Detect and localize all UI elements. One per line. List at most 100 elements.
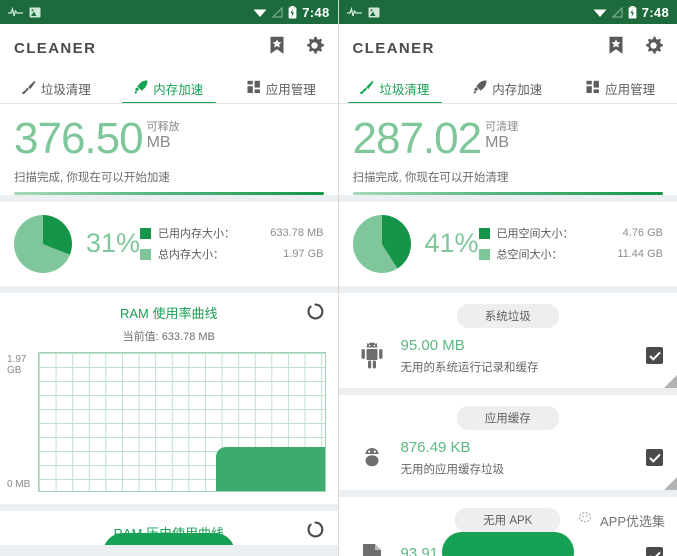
junk-item-size: 876.49 KB — [400, 438, 471, 456]
app-title: CLEANER — [352, 39, 435, 57]
summary-headline: 376.50 可释放 MB — [14, 114, 324, 163]
app-title: CLEANER — [14, 39, 97, 57]
phone-screen-right: 7:48 CLEANER 垃圾清理 内存加速 应用管理 287.02 可清理 M… — [338, 0, 677, 556]
tab-label: 垃圾清理 — [379, 82, 430, 97]
signal-icon — [611, 6, 623, 18]
apk-file-icon: APK — [353, 541, 391, 556]
summary-headline: 287.02 可清理 MB — [352, 114, 664, 163]
y-axis-max-label: 1.97 GB — [7, 353, 27, 377]
storage-usage-card: 41% 已用空间大小： 4.76 GB 总空间大小： 11.44 GB — [338, 201, 677, 286]
gear-icon[interactable] — [644, 36, 663, 60]
storage-legend: 已用空间大小： 4.76 GB 总空间大小： 11.44 GB — [478, 220, 663, 267]
junk-item-description: 无用的应用缓存垃圾 — [400, 463, 505, 476]
legend-value: 4.76 GB — [622, 227, 663, 240]
junk-item-text: 876.49 KB 无用的应用缓存垃圾 — [401, 439, 505, 477]
app-bar-actions-right — [608, 36, 663, 60]
junk-list-item[interactable]: 95.00 MB 无用的系统运行记录和缓存 — [339, 328, 677, 388]
ram-history-chart-card: RAM 历史使用曲线 — [0, 510, 338, 545]
tab-junk-clean[interactable]: 垃圾清理 — [339, 72, 452, 104]
refresh-icon[interactable] — [307, 303, 324, 325]
tab-label: 应用管理 — [605, 82, 656, 97]
scan-status-text: 扫描完成, 你现在可以开始清理 — [352, 171, 509, 184]
cleanable-meta: 可清理 MB — [485, 118, 518, 154]
tab-memory-boost[interactable]: 内存加速 — [451, 72, 564, 104]
content-scroll-right[interactable]: 287.02 可清理 MB 扫描完成, 你现在可以开始清理 41% 已用空间大小… — [338, 104, 677, 556]
scan-progress-bar — [14, 191, 324, 195]
legend-label: 已用内存大小： — [158, 228, 236, 241]
releasable-meta: 可释放 MB — [147, 118, 180, 154]
junk-item-text: 95.00 MB 无用的系统运行记录和缓存 — [401, 337, 539, 375]
junk-item-checkbox[interactable] — [646, 347, 663, 365]
wifi-icon — [253, 7, 267, 18]
releasable-value: 376.50 — [14, 114, 144, 163]
wifi-icon — [593, 7, 607, 18]
scan-status-text: 扫描完成, 你现在可以开始加速 — [14, 171, 170, 184]
tab-memory-boost[interactable]: 内存加速 — [113, 72, 226, 104]
broom-icon — [22, 80, 36, 97]
expand-corner-indicator[interactable] — [664, 476, 677, 490]
apps-grid-icon — [247, 80, 261, 97]
tab-junk-clean[interactable]: 垃圾清理 — [0, 72, 113, 104]
status-bar-left-icons — [8, 6, 41, 18]
clean-action-button[interactable] — [441, 532, 574, 556]
junk-list-item[interactable]: 876.49 KB 无用的应用缓存垃圾 — [339, 430, 677, 490]
tab-label: 应用管理 — [265, 82, 316, 97]
tab-app-manage[interactable]: 应用管理 — [564, 72, 677, 104]
chip-wrapper: 应用缓存 — [339, 395, 677, 430]
legend-label: 已用空间大小： — [496, 228, 574, 241]
app-bar-actions-left — [269, 36, 324, 60]
rocket-icon — [134, 79, 148, 97]
watermark-text: APP优选集 — [599, 514, 665, 529]
legend-label: 总空间大小： — [496, 249, 563, 262]
legend-swatch-total — [140, 248, 152, 260]
cleanable-caption: 可清理 — [485, 121, 519, 133]
ram-usage-chart-card: RAM 使用率曲线 当前值: 633.78 MB 1.97 GB 0 MB — [0, 292, 338, 504]
status-bar-clock: 7:48 — [641, 4, 669, 20]
chart-subtitle: 当前值: 633.78 MB — [122, 330, 215, 343]
chart-plot-area — [38, 351, 326, 492]
chart-y-axis: 1.97 GB 0 MB — [4, 352, 38, 492]
tab-bar-right: 垃圾清理 内存加速 应用管理 — [338, 72, 677, 104]
summary-card-right: 287.02 可清理 MB 扫描完成, 你现在可以开始清理 — [338, 104, 677, 195]
tab-bar-left: 垃圾清理 内存加速 应用管理 — [0, 72, 338, 104]
battery-charging-icon — [288, 5, 297, 19]
pulse-icon — [8, 6, 23, 18]
screenshot-pair: 7:48 CLEANER 垃圾清理 内存加速 应用管理 376.50 可释放 M… — [0, 0, 677, 556]
memory-pie-chart — [14, 214, 72, 273]
expand-corner-indicator[interactable] — [664, 374, 677, 388]
chip-wrapper: 系统垃圾 — [339, 293, 677, 328]
legend-label: 总内存大小： — [158, 249, 225, 262]
gear-icon[interactable] — [305, 36, 324, 60]
photo-icon — [368, 7, 380, 18]
section-chip: 应用缓存 — [456, 405, 559, 430]
status-bar-right: 7:48 — [338, 0, 677, 24]
junk-item-checkbox[interactable] — [646, 449, 663, 467]
broom-icon — [360, 80, 374, 97]
legend-item: 已用空间大小： 4.76 GB — [478, 225, 663, 241]
memory-percent-label: 31% — [86, 228, 141, 259]
memory-usage-card: 31% 已用内存大小： 633.78 MB 总内存大小： 1.97 GB — [0, 201, 338, 286]
phone-screen-left: 7:48 CLEANER 垃圾清理 内存加速 应用管理 376.50 可释放 M… — [0, 0, 339, 556]
watermark: APP优选集 — [579, 511, 665, 530]
signal-icon — [272, 6, 283, 18]
section-chip: 系统垃圾 — [456, 303, 559, 328]
wechat-icon — [579, 512, 595, 529]
junk-item-checkbox[interactable] — [646, 547, 663, 556]
content-scroll-left[interactable]: 376.50 可释放 MB 扫描完成, 你现在可以开始加速 31% 已用内存大小… — [0, 104, 338, 556]
status-bar-left-icons — [346, 6, 380, 18]
legend-item: 总内存大小： 1.97 GB — [140, 246, 324, 262]
pulse-icon — [346, 6, 362, 18]
scan-progress-bar — [352, 191, 663, 195]
chart-title: RAM 使用率曲线 — [119, 305, 218, 321]
boost-action-button[interactable] — [102, 532, 235, 545]
memory-legend: 已用内存大小： 633.78 MB 总内存大小： 1.97 GB — [140, 220, 324, 267]
android-bug-icon — [353, 443, 391, 473]
bookmark-star-icon[interactable] — [269, 36, 285, 60]
tab-app-manage[interactable]: 应用管理 — [225, 72, 338, 104]
cleanable-value: 287.02 — [352, 114, 483, 163]
tab-label: 内存加速 — [153, 82, 204, 97]
section-chip: 无用 APK — [455, 507, 561, 532]
legend-value: 11.44 GB — [617, 248, 663, 261]
refresh-icon[interactable] — [307, 521, 324, 543]
bookmark-star-icon[interactable] — [608, 36, 624, 60]
